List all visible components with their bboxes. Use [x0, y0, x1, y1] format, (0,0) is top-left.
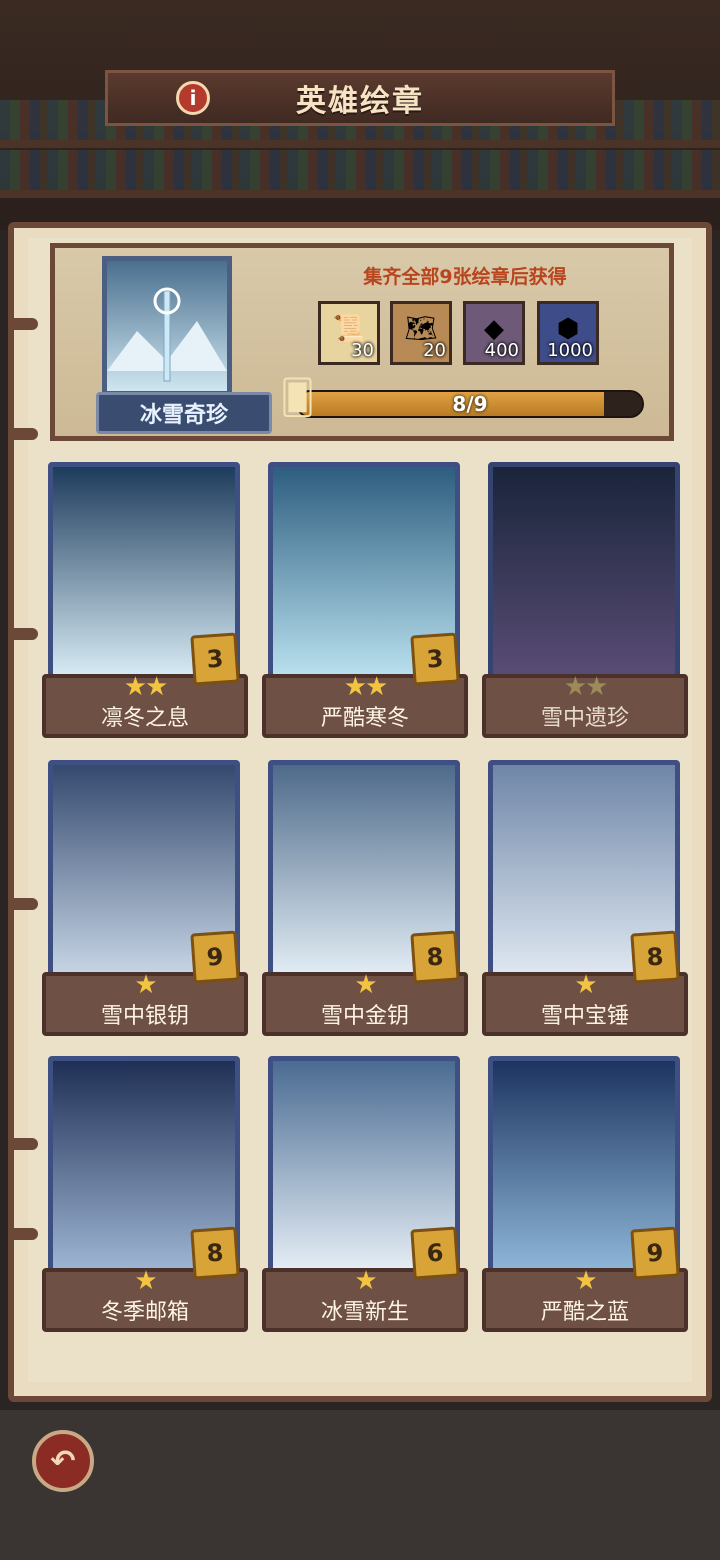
back-button[interactable]: ↶	[32, 1430, 94, 1492]
hero-card[interactable]: ★★ 雪中遗珍	[482, 462, 688, 740]
card-name: 雪中宝锤	[540, 1004, 629, 1029]
reward-item[interactable]: 📜 30	[318, 301, 380, 365]
binding-ring	[8, 318, 38, 330]
collection-name: 冰雪奇珍	[96, 392, 272, 434]
hero-card[interactable]: ★ 冬季邮箱 8	[42, 1056, 248, 1334]
binding-ring	[8, 1228, 38, 1240]
card-count-badge: 8	[630, 930, 680, 984]
card-count-badge: 8	[190, 1226, 240, 1280]
card-stars: ★★	[563, 672, 609, 702]
card-name: 冬季邮箱	[100, 1300, 189, 1325]
card-name: 雪中遗珍	[540, 706, 629, 731]
info-icon[interactable]: i	[176, 81, 210, 115]
card-count-badge: 3	[190, 632, 240, 686]
hero-card[interactable]: ★ 雪中宝锤 8	[482, 760, 688, 1038]
card-count-badge: 8	[410, 930, 460, 984]
reward-item[interactable]: 🗺 20	[390, 301, 452, 365]
card-count-badge: 9	[630, 1226, 680, 1280]
collection-cover-art[interactable]	[102, 256, 232, 396]
back-arrow-icon: ↶	[50, 1443, 76, 1479]
reward-item[interactable]: ⬢ 1000	[537, 301, 599, 365]
bookshelf	[0, 150, 720, 190]
hero-card[interactable]: ★ 严酷之蓝 9	[482, 1056, 688, 1334]
card-name: 雪中金钥	[320, 1004, 409, 1029]
card-count-badge: 3	[410, 632, 460, 686]
shelf-board	[0, 190, 720, 198]
binding-ring	[8, 1138, 38, 1150]
card-name: 严酷之蓝	[540, 1300, 629, 1325]
card-name: 冰雪新生	[320, 1300, 409, 1325]
reward-caption: 集齐全部9张绘章后获得	[363, 266, 567, 288]
hero-card[interactable]: ★ 雪中金钥 8	[262, 760, 468, 1038]
page-title: 英雄绘章	[296, 84, 424, 119]
card-name: 凛冬之息	[100, 706, 189, 731]
card-count-badge: 6	[410, 1226, 460, 1280]
card-name: 严酷寒冬	[320, 706, 409, 731]
card-name: 雪中银钥	[100, 1004, 189, 1029]
binding-ring	[8, 428, 38, 440]
reward-item[interactable]: ◆ 400	[463, 301, 525, 365]
progress-text: 8/9	[452, 392, 488, 416]
hero-card[interactable]: ★★ 严酷寒冬 3	[262, 462, 468, 740]
hero-card[interactable]: ★ 冰雪新生 6	[262, 1056, 468, 1334]
binding-ring	[8, 898, 38, 910]
hero-card[interactable]: ★★ 凛冬之息 3	[42, 462, 248, 740]
binding-ring	[8, 628, 38, 640]
bottom-bar	[0, 1410, 720, 1560]
card-count-badge: 9	[190, 930, 240, 984]
hero-card[interactable]: ★ 雪中银钥 9	[42, 760, 248, 1038]
card-art	[488, 462, 680, 682]
shelf-board	[0, 140, 720, 148]
